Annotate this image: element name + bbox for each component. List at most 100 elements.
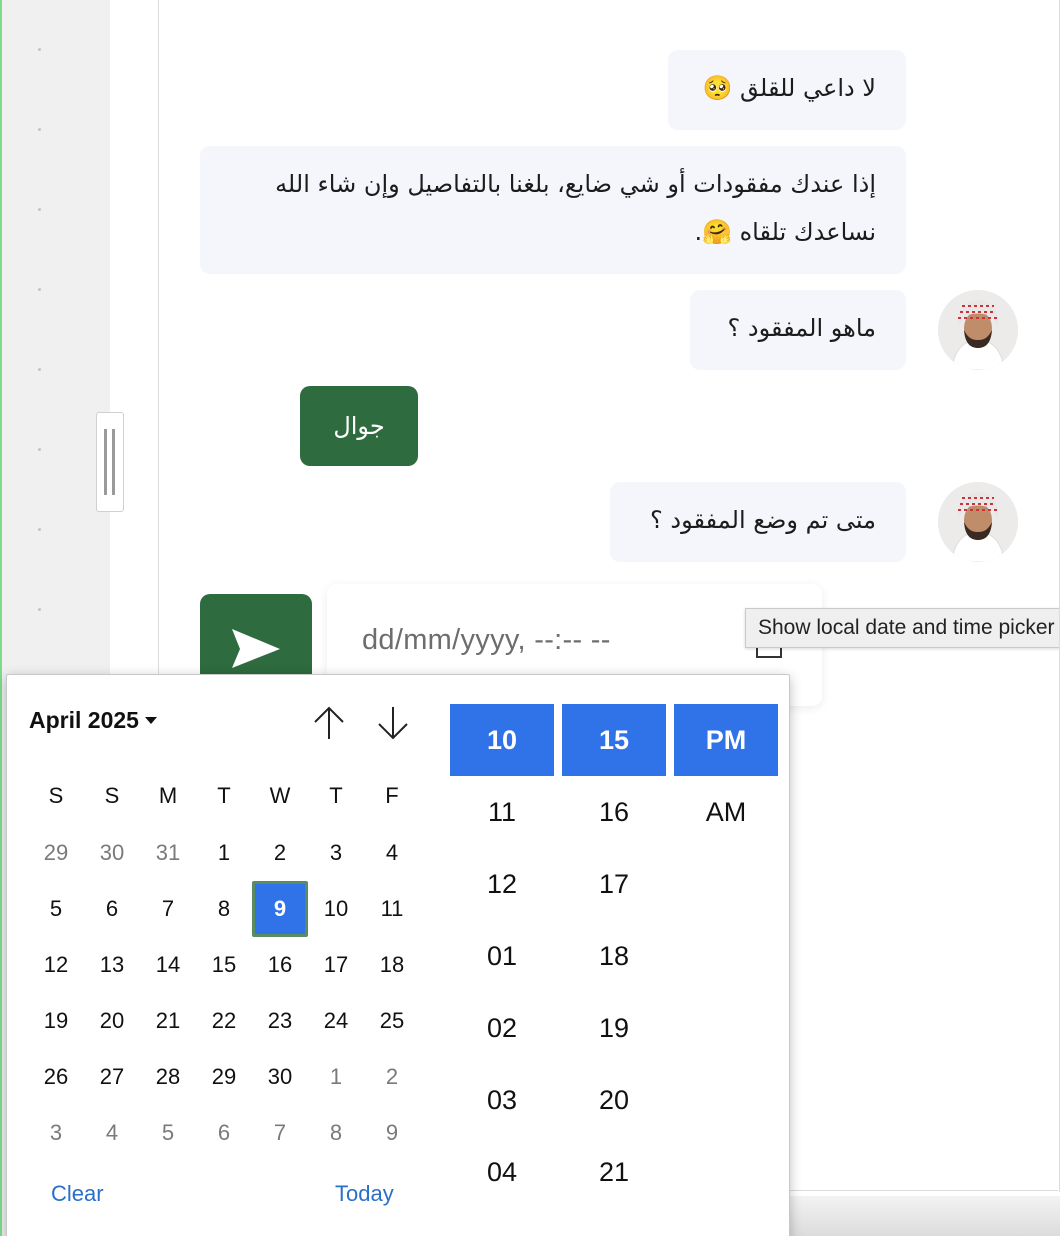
minute-option[interactable]: 18 <box>562 920 666 992</box>
day-cell[interactable]: 27 <box>84 1049 140 1105</box>
day-cell[interactable]: 20 <box>84 993 140 1049</box>
sidebar-dot <box>38 128 41 131</box>
hour-option[interactable]: 01 <box>450 920 554 992</box>
day-cell[interactable]: 22 <box>196 993 252 1049</box>
send-button[interactable] <box>200 594 312 684</box>
weekday-header: W <box>269 783 291 808</box>
day-cell[interactable]: 15 <box>196 937 252 993</box>
minute-option[interactable]: 16 <box>562 776 666 848</box>
bot-question: ماهو المفقود ؟ <box>690 290 906 370</box>
previous-month-button[interactable] <box>309 703 349 743</box>
day-cell[interactable]: 8 <box>308 1105 364 1161</box>
day-cell[interactable]: 25 <box>364 993 420 1049</box>
day-cell[interactable]: 4 <box>364 825 420 881</box>
month-year-selector[interactable]: April 2025 <box>29 707 157 734</box>
month-year-label: April 2025 <box>29 707 139 733</box>
day-cell[interactable]: 13 <box>84 937 140 993</box>
caret-down-icon <box>144 717 157 724</box>
day-cell[interactable]: 14 <box>140 937 196 993</box>
avatar-image <box>938 290 1018 370</box>
send-icon <box>232 629 280 668</box>
day-cell[interactable]: 30 <box>252 1049 308 1105</box>
day-cell[interactable]: 7 <box>140 881 196 937</box>
day-cell[interactable]: 26 <box>28 1049 84 1105</box>
day-cell[interactable]: 23 <box>252 993 308 1049</box>
weekday-header: F <box>385 783 399 808</box>
today-button[interactable]: Today <box>335 1181 394 1207</box>
sidebar-dot <box>38 48 41 51</box>
hour-option[interactable]: 02 <box>450 992 554 1064</box>
bot-message: إذا عندك مفقودات أو شي ضايع، بلغنا بالتف… <box>200 146 906 274</box>
day-cell[interactable]: 16 <box>252 937 308 993</box>
message-text: متى تم وضع المفقود ؟ <box>650 506 876 534</box>
bot-question: متى تم وضع المفقود ؟ <box>610 482 906 562</box>
day-cell[interactable]: 11 <box>364 881 420 937</box>
day-cell[interactable]: 12 <box>28 937 84 993</box>
ampm-option[interactable]: AM <box>674 776 778 848</box>
arrow-up-icon <box>314 706 344 739</box>
hour-option[interactable]: 11 <box>450 776 554 848</box>
day-cell[interactable]: 3 <box>28 1105 84 1161</box>
reply-option-button[interactable]: جوال <box>300 386 418 466</box>
minute-option[interactable]: 17 <box>562 848 666 920</box>
handle-grip <box>112 429 115 495</box>
day-cell[interactable]: 19 <box>28 993 84 1049</box>
day-cell[interactable]: 21 <box>140 993 196 1049</box>
clear-button[interactable]: Clear <box>51 1181 104 1207</box>
message-text: لا داعي للقلق 🥺 <box>702 74 877 102</box>
minute-option[interactable]: 15 <box>562 704 666 776</box>
sidebar-dot <box>38 288 41 291</box>
minute-option[interactable]: 21 <box>562 1136 666 1208</box>
weekday-header: T <box>217 783 231 808</box>
day-cell[interactable]: 30 <box>84 825 140 881</box>
panel-border <box>1056 0 1060 1192</box>
day-cell[interactable]: 1 <box>308 1049 364 1105</box>
weekday-header: M <box>158 783 178 808</box>
day-cell[interactable]: 17 <box>308 937 364 993</box>
day-cell[interactable]: 5 <box>140 1105 196 1161</box>
day-cell[interactable]: 6 <box>196 1105 252 1161</box>
day-cell[interactable]: 2 <box>252 825 308 881</box>
day-cell[interactable]: 2 <box>364 1049 420 1105</box>
hour-option[interactable]: 12 <box>450 848 554 920</box>
message-text: إذا عندك مفقودات أو شي ضايع، بلغنا بالتف… <box>275 170 876 198</box>
day-cell[interactable]: 3 <box>308 825 364 881</box>
minute-option[interactable]: 19 <box>562 992 666 1064</box>
selected-day-cell[interactable]: 9 <box>252 881 308 937</box>
day-cell[interactable]: 31 <box>140 825 196 881</box>
day-cell[interactable]: 18 <box>364 937 420 993</box>
hour-option[interactable]: 10 <box>450 704 554 776</box>
resize-handle[interactable] <box>96 412 124 512</box>
divider <box>790 1190 1058 1191</box>
day-cell[interactable]: 7 <box>252 1105 308 1161</box>
page-footer-area <box>790 1196 1060 1236</box>
day-cell[interactable]: 8 <box>196 881 252 937</box>
person-avatar <box>938 482 1018 562</box>
sidebar-dot <box>38 448 41 451</box>
day-cell[interactable]: 5 <box>28 881 84 937</box>
sidebar-dot <box>38 528 41 531</box>
day-cell[interactable]: 24 <box>308 993 364 1049</box>
avatar-image <box>938 482 1018 562</box>
bot-message: لا داعي للقلق 🥺 <box>668 50 906 130</box>
hour-option[interactable]: 04 <box>450 1136 554 1208</box>
ampm-option[interactable]: PM <box>674 704 778 776</box>
day-cell[interactable]: 4 <box>84 1105 140 1161</box>
message-text: نساعدك تلقاه 🤗. <box>694 218 876 246</box>
day-cell[interactable]: 9 <box>364 1105 420 1161</box>
day-cell[interactable]: 29 <box>28 825 84 881</box>
day-cell[interactable]: 10 <box>308 881 364 937</box>
day-cell[interactable]: 6 <box>84 881 140 937</box>
weekday-header: T <box>329 783 343 808</box>
datetime-picker: April 2025 SSMTWTF 29 30 31 1 2 3 4 5 6 7 8 9 10 11 12… <box>6 674 790 1236</box>
day-cell[interactable]: 29 <box>196 1049 252 1105</box>
handle-grip <box>104 429 107 495</box>
tooltip: Show local date and time picker <box>745 608 1060 648</box>
day-cell[interactable]: 1 <box>196 825 252 881</box>
sidebar-dot <box>38 608 41 611</box>
minute-option[interactable]: 20 <box>562 1064 666 1136</box>
next-month-button[interactable] <box>373 703 413 743</box>
datetime-input[interactable]: dd/mm/yyyy, --:-- -- <box>362 624 611 657</box>
hour-option[interactable]: 03 <box>450 1064 554 1136</box>
day-cell[interactable]: 28 <box>140 1049 196 1105</box>
